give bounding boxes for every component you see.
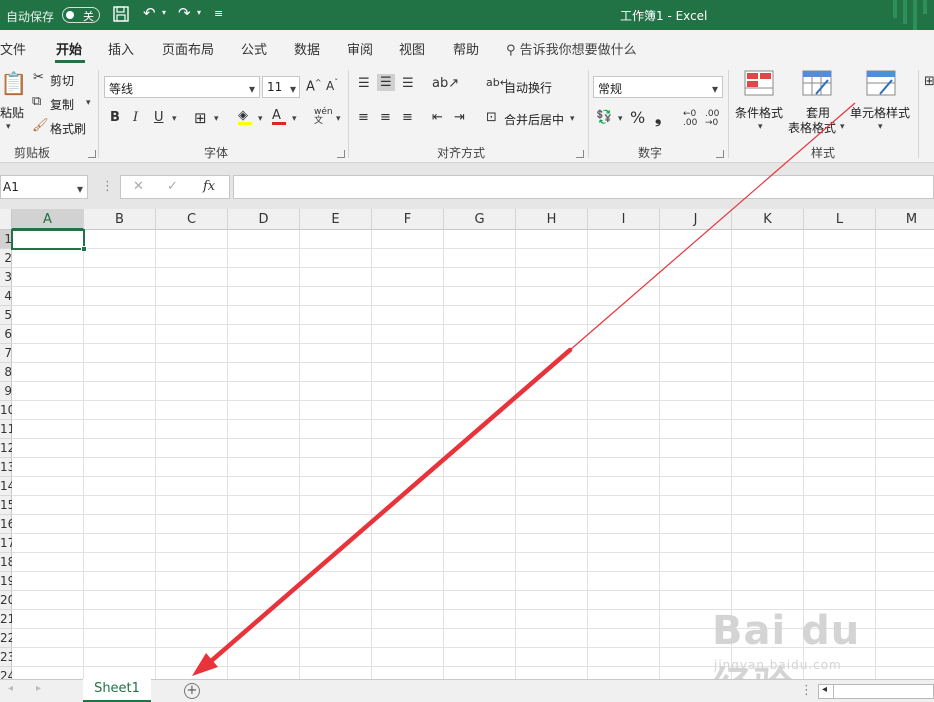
arrow-thin-segment [569, 102, 856, 351]
arrow-shaft [207, 347, 573, 665]
annotation-arrow [192, 102, 856, 676]
excel-window: 自动保存 关 ↶ ▾ ↷ ▾ ≡ 工作簿1 - Excel 文件 开始 插入 页… [0, 0, 934, 702]
